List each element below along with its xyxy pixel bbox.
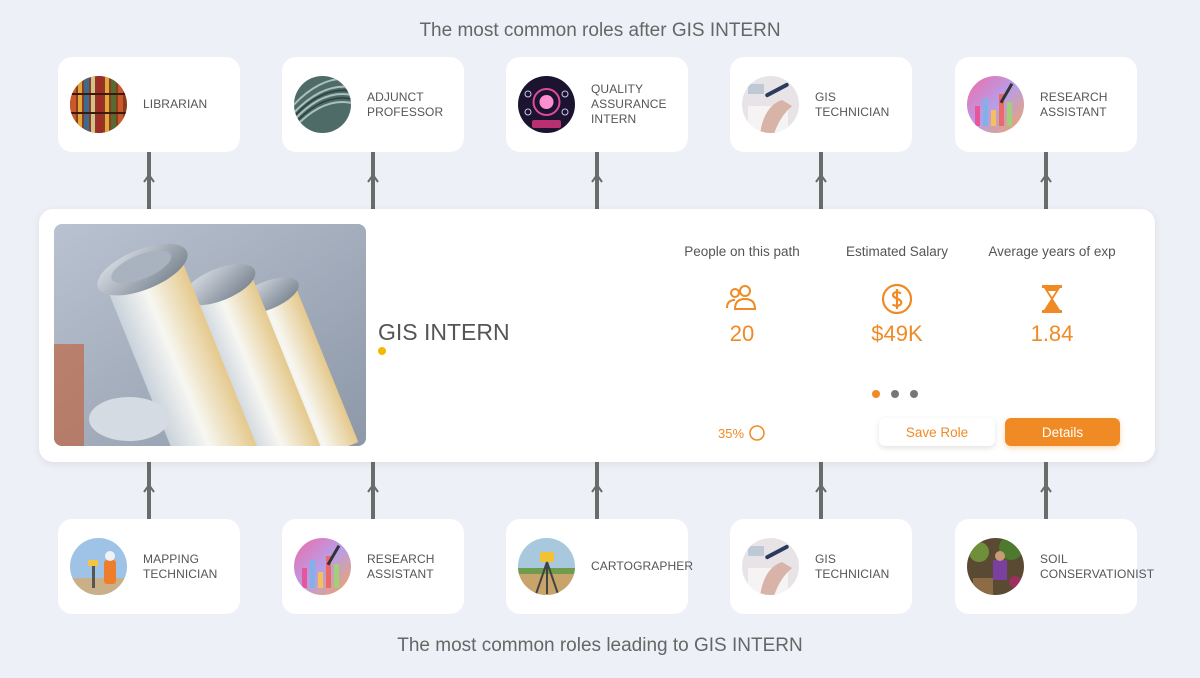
- estimated-salary-stat: Estimated Salary $49K: [822, 244, 972, 347]
- people-on-path-stat: People on this path 20: [667, 244, 817, 347]
- previous-role-card-research-assistant[interactable]: RESEARCH ASSISTANT: [282, 519, 464, 614]
- next-role-label: QUALITY ASSURANCE INTERN: [591, 82, 667, 126]
- bottom-connector-1: [143, 462, 155, 519]
- next-role-card-gis-technician[interactable]: GIS TECHNICIAN: [730, 57, 912, 152]
- average-experience-stat: Average years of exp 1.84: [977, 244, 1127, 347]
- pager-dot-1[interactable]: [872, 390, 880, 398]
- previous-role-card-gis-technician[interactable]: GIS TECHNICIAN: [730, 519, 912, 614]
- bottom-connector-2: [367, 462, 379, 519]
- next-role-label: LIBRARIAN: [143, 97, 208, 111]
- top-connector-4: [815, 152, 827, 209]
- cartographer-thumbnail: [518, 538, 575, 595]
- current-role-image: [54, 224, 366, 446]
- next-role-label: ADJUNCT PROFESSOR: [367, 89, 444, 119]
- people-icon: [724, 281, 760, 317]
- next-roles-heading: The most common roles after GIS INTERN: [419, 20, 781, 41]
- save-role-button[interactable]: Save Role: [879, 418, 995, 446]
- estimated-salary-value: $49K: [871, 321, 923, 346]
- previous-role-card-cartographer[interactable]: CARTOGRAPHER: [506, 519, 693, 614]
- quality-assurance-thumbnail: [518, 76, 575, 133]
- previous-role-label: SOIL CONSERVATIONIST: [1040, 551, 1155, 581]
- next-roles-row: LIBRARIAN ADJUNCT PROFESSOR QUALITY ASSU…: [0, 57, 1200, 153]
- previous-role-label: RESEARCH ASSISTANT: [367, 551, 435, 581]
- soil-conservationist-thumbnail: [967, 538, 1024, 595]
- next-role-label: RESEARCH ASSISTANT: [1040, 89, 1108, 119]
- next-role-card-quality-assurance-intern[interactable]: QUALITY ASSURANCE INTERN: [506, 57, 688, 152]
- people-on-path-value: 20: [729, 321, 755, 346]
- research-assistant-thumbnail: [967, 76, 1024, 133]
- previous-role-label: GIS TECHNICIAN: [815, 551, 890, 581]
- estimated-salary-label: Estimated Salary: [845, 244, 949, 259]
- previous-roles-row: MAPPING TECHNICIAN RESEARCH ASSISTANT CA…: [0, 519, 1200, 615]
- previous-role-card-soil-conservationist[interactable]: SOIL CONSERVATIONIST: [955, 519, 1154, 614]
- average-experience-label: Average years of exp: [988, 244, 1116, 259]
- bottom-connector-5: [1040, 462, 1052, 519]
- current-role-card: GIS INTERN People on this path 20 Estima…: [39, 209, 1155, 462]
- match-progress-value: 35%: [718, 425, 745, 441]
- bottom-connector-4: [815, 462, 827, 519]
- next-role-label: GIS TECHNICIAN: [815, 89, 890, 119]
- current-role-title: GIS INTERN: [378, 319, 510, 345]
- top-connector-5: [1040, 152, 1052, 209]
- next-role-card-librarian[interactable]: LIBRARIAN: [58, 57, 240, 152]
- gis-technician-thumbnail: [742, 76, 799, 133]
- details-button[interactable]: Details: [1005, 418, 1120, 446]
- top-connector-1: [143, 152, 155, 209]
- pager-dot-3[interactable]: [910, 390, 918, 398]
- title-indicator-dot: [378, 347, 386, 355]
- previous-role-label: CARTOGRAPHER: [591, 559, 694, 573]
- pager-dot-2[interactable]: [891, 390, 899, 398]
- next-role-card-adjunct-professor[interactable]: ADJUNCT PROFESSOR: [282, 57, 464, 152]
- librarian-thumbnail: [70, 76, 127, 133]
- hourglass-icon: [1034, 281, 1070, 317]
- top-connector-2: [367, 152, 379, 209]
- dollar-icon: [879, 281, 915, 317]
- people-on-path-label: People on this path: [684, 244, 800, 259]
- research-assistant-thumbnail: [294, 538, 351, 595]
- adjunct-professor-thumbnail: [294, 76, 351, 133]
- progress-ring-icon: [749, 425, 765, 441]
- mapping-technician-thumbnail: [70, 538, 127, 595]
- average-experience-value: 1.84: [1030, 321, 1074, 346]
- match-progress: 35%: [718, 424, 766, 442]
- previous-role-card-mapping-technician[interactable]: MAPPING TECHNICIAN: [58, 519, 240, 614]
- bottom-connector-3: [591, 462, 603, 519]
- previous-roles-heading: The most common roles leading to GIS INT…: [397, 635, 803, 656]
- carousel-pager: [872, 390, 918, 398]
- previous-role-label: MAPPING TECHNICIAN: [143, 551, 218, 581]
- gis-technician-thumbnail: [742, 538, 799, 595]
- next-role-card-research-assistant[interactable]: RESEARCH ASSISTANT: [955, 57, 1137, 152]
- top-connector-3: [591, 152, 603, 209]
